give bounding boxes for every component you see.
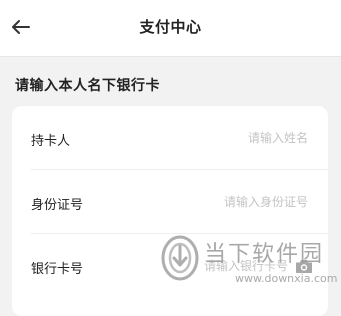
form-row-id-number: 身份证号: [12, 170, 328, 234]
top-navigation-bar: 支付中心: [0, 0, 341, 57]
section-title: 请输入本人名下银行卡: [15, 78, 160, 94]
watermark-url: www.downxia.com: [235, 272, 338, 285]
bank-card-label: 银行卡号: [31, 262, 84, 277]
id-number-input[interactable]: [148, 188, 308, 216]
page-title: 支付中心: [139, 18, 202, 36]
site-watermark: 当下软件园 www.downxia.com: [158, 232, 341, 294]
downxia-logo: [161, 235, 199, 281]
form-row-cardholder: 持卡人: [12, 106, 328, 170]
watermark-text: 当下软件园: [204, 242, 325, 267]
id-number-label: 身份证号: [31, 198, 84, 213]
cardholder-label: 持卡人: [31, 134, 71, 149]
cardholder-name-input[interactable]: [148, 124, 308, 152]
